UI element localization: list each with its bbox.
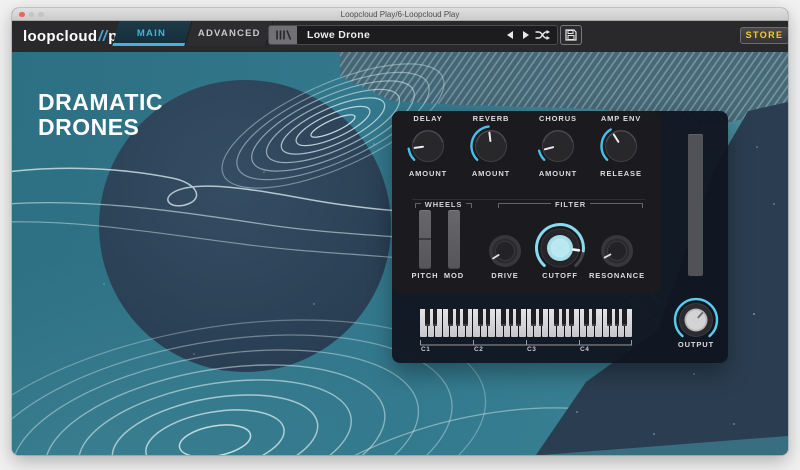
black-key[interactable] [508, 309, 514, 326]
previous-preset-button[interactable] [507, 30, 513, 39]
octave-label: C2 [474, 346, 484, 353]
plugin-main-area: DRAMATIC DRONES DELAY AMOUNT REVERB AMOU… [12, 52, 788, 455]
pitch-wheel-notch [419, 238, 431, 240]
delay-knob-cell: DELAY AMOUNT [396, 114, 460, 178]
black-key[interactable] [463, 309, 468, 326]
pitch-wheel[interactable] [419, 210, 431, 269]
black-key[interactable] [553, 309, 559, 326]
cutoff-knob[interactable] [532, 220, 588, 276]
delay-param-label: AMOUNT [408, 169, 448, 178]
save-floppy-icon [565, 28, 577, 41]
octave-bracket [420, 340, 632, 346]
black-key[interactable] [500, 309, 506, 326]
resonance-knob[interactable] [597, 231, 637, 271]
black-key[interactable] [485, 309, 491, 326]
black-key[interactable] [478, 309, 483, 326]
macos-titlebar: Loopcloud Play/6-Loopcloud Play [12, 8, 788, 21]
logo-word: loopcloud [23, 28, 98, 45]
reverb-title: REVERB [472, 114, 510, 123]
black-key[interactable] [447, 309, 453, 326]
octave-label: C1 [421, 346, 431, 353]
delay-title: DELAY [413, 114, 443, 123]
black-key[interactable] [591, 309, 597, 326]
delay-amount-knob[interactable] [405, 123, 451, 169]
resonance-label: RESONANCE [588, 271, 646, 280]
drive-knob[interactable] [485, 231, 525, 271]
black-key[interactable] [561, 309, 567, 326]
amp-env-knob-cell: AMP ENV RELEASE [589, 114, 653, 178]
black-key[interactable] [538, 309, 544, 326]
screenshot: Loopcloud Play/6-Loopcloud Play loopclou… [0, 0, 800, 470]
octave-label: C3 [527, 346, 537, 353]
preset-browser-button[interactable] [269, 25, 297, 44]
pack-title-line2: DRONES [38, 114, 140, 140]
tab-main[interactable]: MAIN [112, 21, 192, 46]
mod-wheel[interactable] [448, 210, 460, 269]
amp-env-param-label: RELEASE [600, 169, 642, 178]
reverb-knob-cell: REVERB AMOUNT [459, 114, 523, 178]
amp-env-title: AMP ENV [600, 114, 642, 123]
browse-presets-icon [276, 29, 292, 40]
tab-advanced-label: ADVANCED [197, 27, 261, 39]
black-key[interactable] [614, 309, 620, 326]
active-tab-underline [112, 43, 186, 46]
wheels-section-header: WHEELS [415, 200, 473, 209]
tab-advanced[interactable]: ADVANCED [184, 21, 274, 46]
reverb-param-label: AMOUNT [471, 169, 511, 178]
chorus-amount-knob[interactable] [535, 123, 581, 169]
preset-pack-title: DRAMATIC DRONES [38, 90, 163, 140]
output-knob[interactable] [670, 294, 722, 346]
preset-name[interactable]: Lowe Drone [307, 26, 370, 44]
plugin-header: loopcloud//play MAIN ADVANCED Lo [12, 21, 788, 52]
store-button-label: STORE [745, 30, 784, 40]
black-key[interactable] [432, 309, 438, 326]
preset-bar[interactable]: Lowe Drone [268, 24, 558, 45]
octave-label: C4 [580, 346, 590, 353]
store-button[interactable]: STORE [740, 26, 788, 44]
black-key[interactable] [606, 309, 612, 326]
amp-env-release-knob[interactable] [598, 123, 644, 169]
mod-label: MOD [443, 271, 465, 280]
black-key[interactable] [569, 309, 574, 326]
black-key[interactable] [516, 309, 521, 326]
window-title: Loopcloud Play/6-Loopcloud Play [340, 10, 460, 19]
octave-ticks [420, 340, 632, 345]
save-preset-button[interactable] [560, 24, 582, 45]
black-key[interactable] [455, 309, 461, 326]
reverb-amount-knob[interactable] [468, 123, 514, 169]
pack-title-line1: DRAMATIC [38, 89, 163, 115]
chorus-param-label: AMOUNT [538, 169, 578, 178]
wheels-section-label: WHEELS [424, 200, 463, 209]
black-key[interactable] [425, 309, 430, 326]
filter-section-header: FILTER [498, 201, 643, 209]
output-label: OUTPUT [677, 340, 715, 349]
chorus-knob-cell: CHORUS AMOUNT [526, 114, 590, 178]
filter-section-label: FILTER [554, 200, 587, 209]
logo-slashes: // [98, 28, 108, 45]
black-key[interactable] [531, 309, 536, 326]
shuffle-icon[interactable] [535, 30, 550, 40]
black-key[interactable] [584, 309, 589, 326]
chorus-title: CHORUS [539, 114, 577, 123]
app-window: Loopcloud Play/6-Loopcloud Play loopclou… [12, 8, 788, 455]
next-preset-button[interactable] [523, 30, 529, 39]
synth-panel: DELAY AMOUNT REVERB AMOUNT CHORUS AMOUNT… [392, 111, 728, 363]
black-key[interactable] [622, 309, 627, 326]
output-level-meter [688, 134, 703, 276]
tab-main-label: MAIN [137, 27, 167, 39]
